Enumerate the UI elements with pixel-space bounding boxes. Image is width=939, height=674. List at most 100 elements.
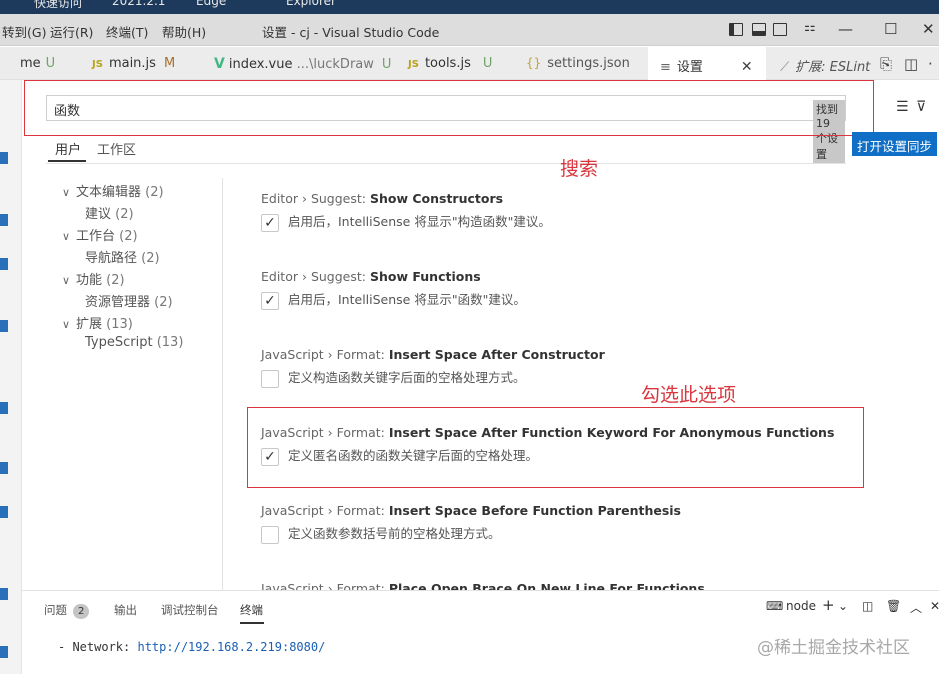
tab-user[interactable]: 用户 bbox=[55, 139, 81, 158]
tab-output[interactable]: 输出 bbox=[114, 602, 137, 618]
watermark: @稀土掘金技术社区 bbox=[757, 638, 910, 658]
terminal-icon: ⌨ bbox=[766, 599, 784, 613]
tab-label: tools.js bbox=[424, 56, 471, 71]
setting-checkbox-row[interactable]: ✓ 启用后，IntelliSense 将显示"函数"建议。 bbox=[261, 289, 526, 310]
toc-text-editor[interactable]: ∨ 文本编辑器 (2) bbox=[62, 181, 164, 200]
split-terminal-icon[interactable]: ◫ bbox=[862, 599, 873, 613]
clear-filter-icon[interactable]: ☰ bbox=[896, 99, 909, 115]
tab-path: ...\luckDraw bbox=[296, 57, 374, 72]
problems-count-badge: 2 bbox=[73, 604, 90, 619]
network-url-link[interactable]: http://192.168.2.219:8080/ bbox=[137, 640, 325, 654]
menu-terminal[interactable]: 终端(T) bbox=[106, 22, 148, 41]
setting-title: Editor › Suggest: Show Constructors bbox=[261, 191, 504, 206]
toggle-secondary-sidebar-icon[interactable] bbox=[773, 23, 787, 36]
maximize-button[interactable]: ☐ bbox=[884, 20, 897, 38]
toc-typescript[interactable]: TypeScript (13) bbox=[85, 335, 183, 350]
explorer-sidebar-edge bbox=[0, 80, 22, 674]
chevron-down-icon: ∨ bbox=[62, 318, 71, 331]
tab-workspace[interactable]: 工作区 bbox=[97, 139, 136, 158]
sidebar-badge bbox=[0, 320, 8, 332]
sidebar-badge bbox=[0, 152, 8, 164]
setting-checkbox-row[interactable]: ✓ 启用后，IntelliSense 将显示"构造函数"建议。 bbox=[261, 211, 551, 232]
toggle-panel-icon[interactable] bbox=[752, 23, 766, 36]
terminal-name[interactable]: node bbox=[786, 599, 816, 613]
menu-help[interactable]: 帮助(H) bbox=[162, 22, 206, 41]
tab-status: U bbox=[45, 56, 56, 71]
checkbox-unchecked[interactable] bbox=[261, 369, 279, 388]
setting-title: Editor › Suggest: Show Functions bbox=[261, 269, 481, 284]
sidebar-badge bbox=[0, 646, 8, 658]
toc-workbench[interactable]: ∨ 工作台 (2) bbox=[62, 225, 138, 244]
window-title: 设置 - cj - Visual Studio Code bbox=[262, 25, 440, 40]
chevron-down-icon[interactable]: ⌄ bbox=[838, 599, 848, 613]
checkbox-checked[interactable]: ✓ bbox=[261, 291, 279, 310]
active-tab-underline bbox=[48, 160, 86, 162]
terminal-output-line: - Network: http://192.168.2.219:8080/ bbox=[58, 640, 326, 654]
menu-go[interactable]: 转到(G) bbox=[2, 22, 46, 41]
active-tab-underline bbox=[240, 622, 264, 624]
chevron-down-icon: ∨ bbox=[62, 186, 71, 199]
bottom-panel: 问题 2 输出 调试控制台 终端 ⌨ node + ⌄ ◫ 🗑 ︿ ✕ - Net… bbox=[22, 590, 939, 674]
tab-eslint-extension[interactable]: ⟋ 扩展: ESLint bbox=[780, 47, 870, 80]
filter-icon[interactable]: ⊽ bbox=[916, 99, 926, 115]
new-terminal-icon[interactable]: + bbox=[822, 596, 835, 614]
setting-title: JavaScript › Format: Insert Space After … bbox=[261, 425, 835, 440]
tab-label: index.vue bbox=[228, 57, 293, 72]
tab-main-js[interactable]: JS main.js M bbox=[92, 47, 175, 80]
close-tab-icon[interactable]: ✕ bbox=[741, 59, 753, 75]
toc-features[interactable]: ∨ 功能 (2) bbox=[62, 269, 125, 288]
tab-readme[interactable]: me U bbox=[20, 47, 55, 80]
title-bar: 转到(G) 运行(R) 终端(T) 帮助(H) 设置 - cj - Visual… bbox=[0, 14, 939, 46]
toc-divider bbox=[222, 178, 223, 590]
vue-file-icon: V bbox=[214, 56, 225, 72]
close-panel-icon[interactable]: ✕ bbox=[930, 599, 939, 613]
trash-icon[interactable]: 🗑 bbox=[886, 599, 901, 613]
annotation-search: 搜索 bbox=[560, 158, 599, 180]
tab-settings[interactable]: ≡ 设置 ✕ bbox=[648, 47, 766, 81]
chevron-down-icon: ∨ bbox=[62, 230, 71, 243]
editor-tab-bar: me U JS main.js M Vindex.vue ...\luckDraw U … bbox=[0, 47, 939, 81]
tab-terminal[interactable]: 终端 bbox=[240, 602, 263, 618]
sidebar-badge bbox=[0, 214, 8, 226]
minimize-button[interactable]: — bbox=[838, 20, 853, 38]
os-taskbar-strip: 快速访问 2021.2.1 Edge Explorer bbox=[0, 0, 939, 14]
toc-explorer[interactable]: 资源管理器 (2) bbox=[85, 291, 173, 310]
tab-status: U bbox=[381, 57, 392, 72]
open-settings-json-icon[interactable]: ⎘ bbox=[880, 55, 892, 73]
sidebar-badge bbox=[0, 588, 8, 600]
tab-settings-json[interactable]: {} settings.json bbox=[526, 47, 630, 80]
search-highlight-box bbox=[24, 80, 874, 136]
toc-breadcrumbs[interactable]: 导航路径 (2) bbox=[85, 247, 160, 266]
json-file-icon: {} bbox=[526, 56, 542, 70]
os-item: Explorer bbox=[286, 0, 336, 8]
setting-checkbox-row[interactable]: 定义构造函数关键字后面的空格处理方式。 bbox=[261, 367, 526, 388]
tab-label: 设置 bbox=[676, 60, 703, 75]
toc-extensions[interactable]: ∨ 扩展 (13) bbox=[62, 313, 133, 332]
split-editor-icon[interactable]: ◫ bbox=[904, 55, 918, 73]
maximize-panel-icon[interactable]: ︿ bbox=[910, 599, 922, 616]
annotation-check-this-option: 勾选此选项 bbox=[641, 384, 737, 406]
setting-checkbox-row[interactable]: 定义函数参数括号前的空格处理方式。 bbox=[261, 523, 501, 544]
tab-debug-console[interactable]: 调试控制台 bbox=[161, 602, 219, 618]
os-item: Edge bbox=[196, 0, 227, 8]
toc-suggestions[interactable]: 建议 (2) bbox=[85, 203, 134, 222]
setting-title: JavaScript › Format: Insert Space After … bbox=[261, 347, 605, 362]
customize-layout-icon[interactable]: ⚏ bbox=[804, 20, 816, 35]
tab-label: me bbox=[20, 56, 41, 71]
open-settings-sync-button[interactable]: 打开设置同步 bbox=[852, 132, 937, 156]
tab-problems[interactable]: 问题 2 bbox=[44, 602, 90, 619]
tab-tools-js[interactable]: JS tools.js U bbox=[408, 47, 492, 80]
sidebar-badge bbox=[0, 462, 8, 474]
tab-index-vue[interactable]: Vindex.vue ...\luckDraw U bbox=[214, 47, 391, 80]
js-file-icon: JS bbox=[408, 59, 419, 70]
setting-checkbox-row[interactable]: ✓ 定义匿名函数的函数关键字后面的空格处理。 bbox=[261, 445, 538, 466]
checkbox-checked[interactable]: ✓ bbox=[261, 213, 279, 232]
checkbox-checked[interactable]: ✓ bbox=[261, 447, 279, 466]
toggle-sidebar-icon[interactable] bbox=[729, 23, 743, 36]
menu-run[interactable]: 运行(R) bbox=[50, 22, 93, 41]
more-actions-icon[interactable]: · bbox=[928, 55, 933, 73]
close-window-button[interactable]: ✕ bbox=[922, 20, 935, 38]
tab-label: settings.json bbox=[547, 56, 630, 71]
checkbox-unchecked[interactable] bbox=[261, 525, 279, 544]
sidebar-badge bbox=[0, 402, 8, 414]
